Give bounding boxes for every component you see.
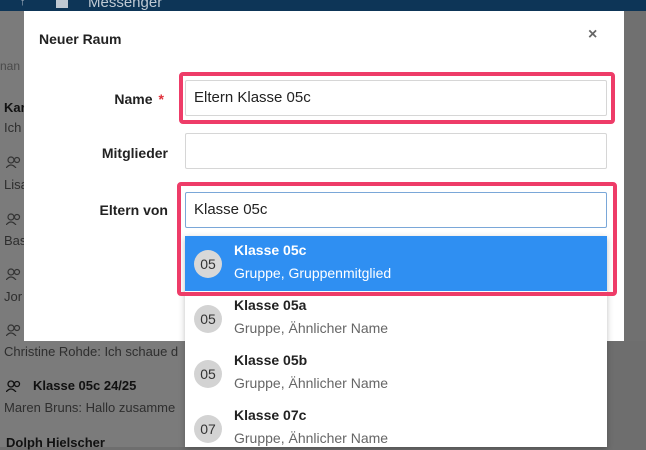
app-title: Messenger: [88, 0, 163, 11]
group-avatar: 07: [194, 415, 222, 443]
app-topbar: ↑ Messenger: [0, 0, 646, 11]
dialog-title: Neuer Raum: [39, 31, 122, 47]
background-panel: [624, 11, 646, 341]
back-arrow-icon[interactable]: ↑: [20, 0, 26, 8]
option-subtitle: Gruppe, Ähnlicher Name: [234, 375, 389, 391]
home-icon[interactable]: [56, 0, 68, 8]
conversation-name[interactable]: Klasse 05c 24/25: [33, 378, 136, 393]
conversation-preview: Ich: [4, 120, 22, 135]
dropdown-option[interactable]: 05 Klasse 05b Gruppe, Ähnlicher Name: [185, 346, 607, 401]
option-title: Klasse 05a: [234, 297, 307, 313]
dropdown-option[interactable]: 07 Klasse 07c Gruppe, Ähnlicher Name: [185, 401, 607, 447]
conversation-preview: Christine Rohde: Ich schaue d: [4, 344, 179, 359]
conversation-name[interactable]: Kar: [4, 100, 26, 115]
group-icon: [6, 380, 22, 392]
group-avatar: 05: [194, 360, 222, 388]
option-subtitle: Gruppe, Ähnlicher Name: [234, 430, 389, 446]
option-title: Klasse 05b: [234, 352, 308, 368]
conversation-name[interactable]: Dolph Hielscher: [6, 435, 105, 450]
option-subtitle: Gruppe, Ähnlicher Name: [234, 320, 389, 336]
dropdown-option[interactable]: 05 Klasse 05a Gruppe, Ähnlicher Name: [185, 291, 607, 346]
group-avatar: 05: [194, 305, 222, 333]
sidebar-search[interactable]: nan: [0, 59, 20, 73]
parents-highlight: [177, 182, 617, 296]
members-label: Mitglieder: [101, 145, 168, 161]
option-title: Klasse 07c: [234, 407, 307, 423]
name-label: Name *: [24, 91, 164, 107]
conversation-preview: Maren Bruns: Hallo zusamme: [4, 400, 176, 415]
close-icon[interactable]: ×: [588, 26, 597, 44]
group-icon: [6, 156, 22, 168]
group-icon: [6, 268, 22, 280]
group-icon: [6, 213, 22, 225]
conversation-preview: Jor: [4, 289, 23, 304]
required-mark: *: [158, 91, 164, 107]
name-input[interactable]: Eltern Klasse 05c: [185, 80, 607, 116]
group-icon: [6, 324, 22, 336]
members-input[interactable]: [185, 133, 607, 169]
parents-label: Eltern von: [99, 202, 168, 218]
name-label-text: Name: [114, 91, 153, 107]
